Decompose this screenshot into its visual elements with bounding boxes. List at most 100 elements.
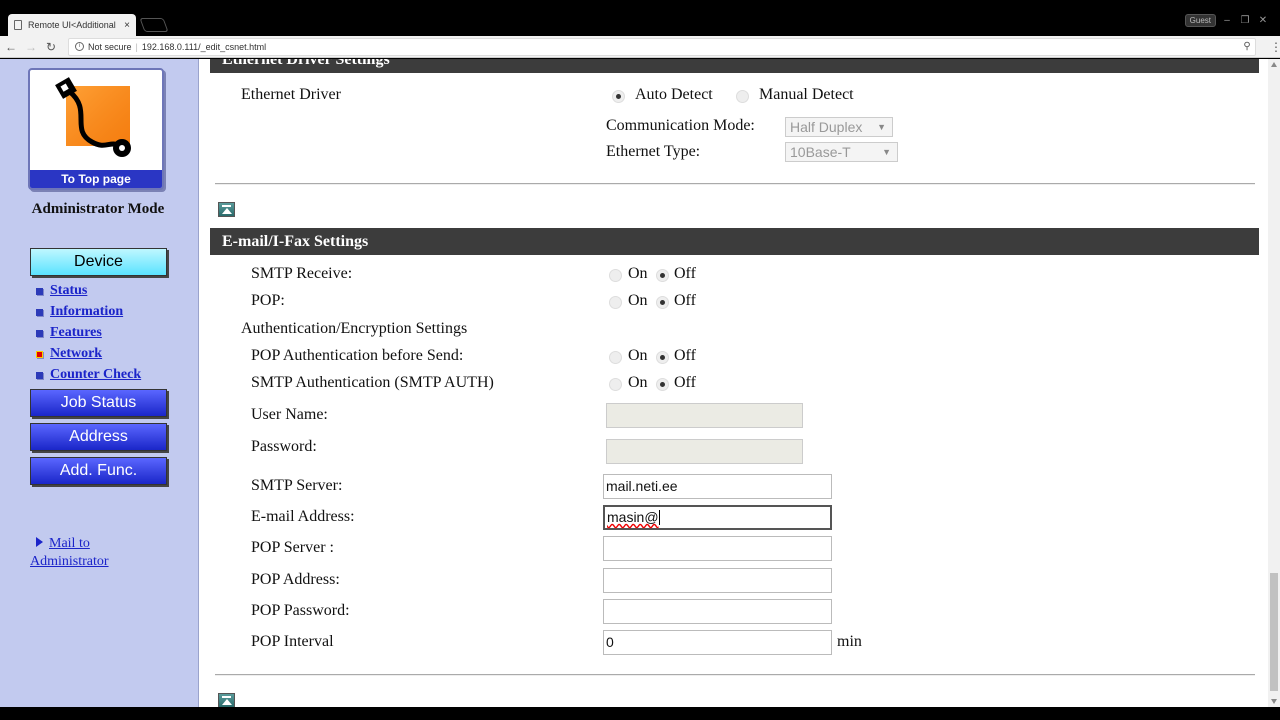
pop-auth-on-radio[interactable] [609, 351, 622, 364]
admin-mode-label: Administrator Mode [31, 201, 165, 217]
smtp-receive-off-radio[interactable] [656, 269, 669, 282]
scrollbar-thumb[interactable] [1270, 573, 1278, 691]
section-divider [215, 674, 1255, 676]
pop-auth-label: POP Authentication before Send: [251, 347, 464, 364]
pop-auth-on-label[interactable]: On [628, 347, 648, 365]
sidebar-link-features[interactable]: Features [50, 325, 102, 341]
pop-password-input[interactable] [603, 599, 832, 624]
browser-titlebar: Remote UI<Additional F × Guest – ❐ ✕ [0, 0, 1280, 36]
job-status-button[interactable]: Job Status [30, 389, 167, 417]
communication-mode-label: Communication Mode: [606, 117, 755, 134]
window-controls: Guest – ❐ ✕ [1184, 14, 1270, 27]
mail-to-administrator[interactable]: Mail to Administrator [30, 535, 180, 571]
communication-mode-select[interactable]: Half Duplex ▼ [785, 117, 893, 137]
sidebar-link-information[interactable]: Information [50, 304, 123, 320]
ethernet-section-header: Ethernet Driver Settings [210, 59, 1259, 73]
pop-auth-off-label[interactable]: Off [674, 347, 696, 365]
bullet-icon [36, 329, 43, 337]
smtp-receive-off-label[interactable]: Off [674, 265, 696, 283]
security-label: Not secure [88, 41, 132, 52]
auto-detect-label[interactable]: Auto Detect [635, 86, 713, 104]
smtp-server-input[interactable]: mail.neti.ee [603, 474, 832, 499]
back-to-top-icon[interactable] [218, 693, 235, 707]
scroll-down-icon[interactable] [1271, 699, 1277, 704]
pop-address-input[interactable] [603, 568, 832, 593]
sidebar-item-counter-check[interactable]: Counter Check [36, 367, 141, 383]
reload-icon[interactable]: ↻ [42, 40, 60, 54]
auth-settings-heading: Authentication/Encryption Settings [241, 320, 468, 337]
sidebar-link-network[interactable]: Network [50, 346, 102, 362]
password-input[interactable] [606, 439, 803, 464]
manual-detect-radio[interactable] [736, 90, 749, 103]
pop-address-label: POP Address: [251, 571, 340, 588]
pop-password-label: POP Password: [251, 602, 350, 619]
back-arrow-icon[interactable]: ← [2, 40, 20, 54]
sidebar-item-status[interactable]: Status [36, 283, 87, 299]
tab-close-icon[interactable]: × [124, 20, 130, 31]
address-url[interactable]: 192.168.0.111/_edit_csnet.html [142, 42, 1235, 52]
smtp-auth-off-label[interactable]: Off [674, 374, 696, 392]
email-address-value: masin@ [607, 509, 659, 525]
pop-auth-off-radio[interactable] [656, 351, 669, 364]
sidebar-item-features[interactable]: Features [36, 325, 102, 341]
text-caret [658, 510, 660, 525]
auto-detect-radio[interactable] [612, 90, 625, 103]
pop-on-radio[interactable] [609, 296, 622, 309]
pop-interval-input[interactable]: 0 [603, 630, 832, 655]
dropdown-caret-icon: ▼ [882, 147, 891, 157]
info-icon[interactable]: i [75, 42, 84, 51]
ethernet-type-label: Ethernet Type: [606, 143, 701, 160]
pop-off-radio[interactable] [656, 296, 669, 309]
back-to-top-icon[interactable] [218, 202, 235, 217]
pop-on-label[interactable]: On [628, 292, 648, 310]
minimize-icon[interactable]: – [1220, 15, 1234, 26]
manual-detect-label[interactable]: Manual Detect [759, 86, 854, 104]
scroll-up-icon[interactable] [1271, 62, 1277, 67]
forward-arrow-icon[interactable]: → [22, 40, 40, 54]
bullet-icon [36, 287, 43, 295]
address-button[interactable]: Address [30, 423, 167, 451]
smtp-receive-on-label[interactable]: On [628, 265, 648, 283]
close-window-icon[interactable]: ✕ [1256, 15, 1270, 26]
sidebar-item-network[interactable]: Network [36, 346, 102, 362]
sidebar: To Top page Administrator Mode Device St… [0, 59, 199, 707]
smtp-receive-label: SMTP Receive: [251, 265, 353, 282]
smtp-server-label: SMTP Server: [251, 477, 343, 494]
active-bullet-icon [36, 350, 43, 358]
smtp-auth-on-radio[interactable] [609, 378, 622, 391]
sidebar-link-counter-check[interactable]: Counter Check [50, 367, 141, 383]
smtp-receive-on-radio[interactable] [609, 269, 622, 282]
add-func-button[interactable]: Add. Func. [30, 457, 167, 485]
page-scrollbar[interactable] [1268, 59, 1280, 707]
device-button[interactable]: Device [30, 248, 167, 276]
new-tab-button[interactable] [139, 18, 169, 32]
pop-server-label: POP Server : [251, 539, 334, 556]
address-separator: | [135, 41, 138, 52]
restore-icon[interactable]: ❐ [1238, 15, 1252, 26]
email-address-input[interactable]: masin@ [603, 505, 832, 530]
ethernet-type-select[interactable]: 10Base-T ▼ [785, 142, 898, 162]
ethernet-driver-label: Ethernet Driver [241, 86, 341, 103]
mail-link-line1[interactable]: Mail to [30, 535, 180, 553]
password-label: Password: [251, 438, 317, 455]
user-name-label: User Name: [251, 406, 328, 423]
user-name-input[interactable] [606, 403, 803, 428]
sidebar-item-information[interactable]: Information [36, 304, 123, 320]
mail-link-line2[interactable]: Administrator [30, 553, 180, 571]
pop-off-label[interactable]: Off [674, 292, 696, 310]
smtp-auth-on-label[interactable]: On [628, 374, 648, 392]
screen-bottom-edge [0, 707, 1280, 720]
address-bar[interactable]: i Not secure | 192.168.0.111/_edit_csnet… [68, 37, 1256, 56]
dropdown-caret-icon: ▼ [877, 122, 886, 132]
to-top-page-logo[interactable]: To Top page [28, 68, 164, 190]
communication-mode-value: Half Duplex [790, 119, 863, 135]
browser-menu-icon[interactable]: ⋮ [1270, 40, 1280, 54]
profile-badge[interactable]: Guest [1184, 14, 1216, 27]
browser-tab[interactable]: Remote UI<Additional F × [8, 14, 136, 36]
magnifier-icon[interactable]: ⚲ [1239, 41, 1255, 52]
smtp-auth-off-radio[interactable] [656, 378, 669, 391]
bullet-icon [36, 308, 43, 316]
pop-server-input[interactable] [603, 536, 832, 561]
sidebar-link-status[interactable]: Status [50, 283, 87, 299]
network-cable-icon [55, 77, 131, 157]
